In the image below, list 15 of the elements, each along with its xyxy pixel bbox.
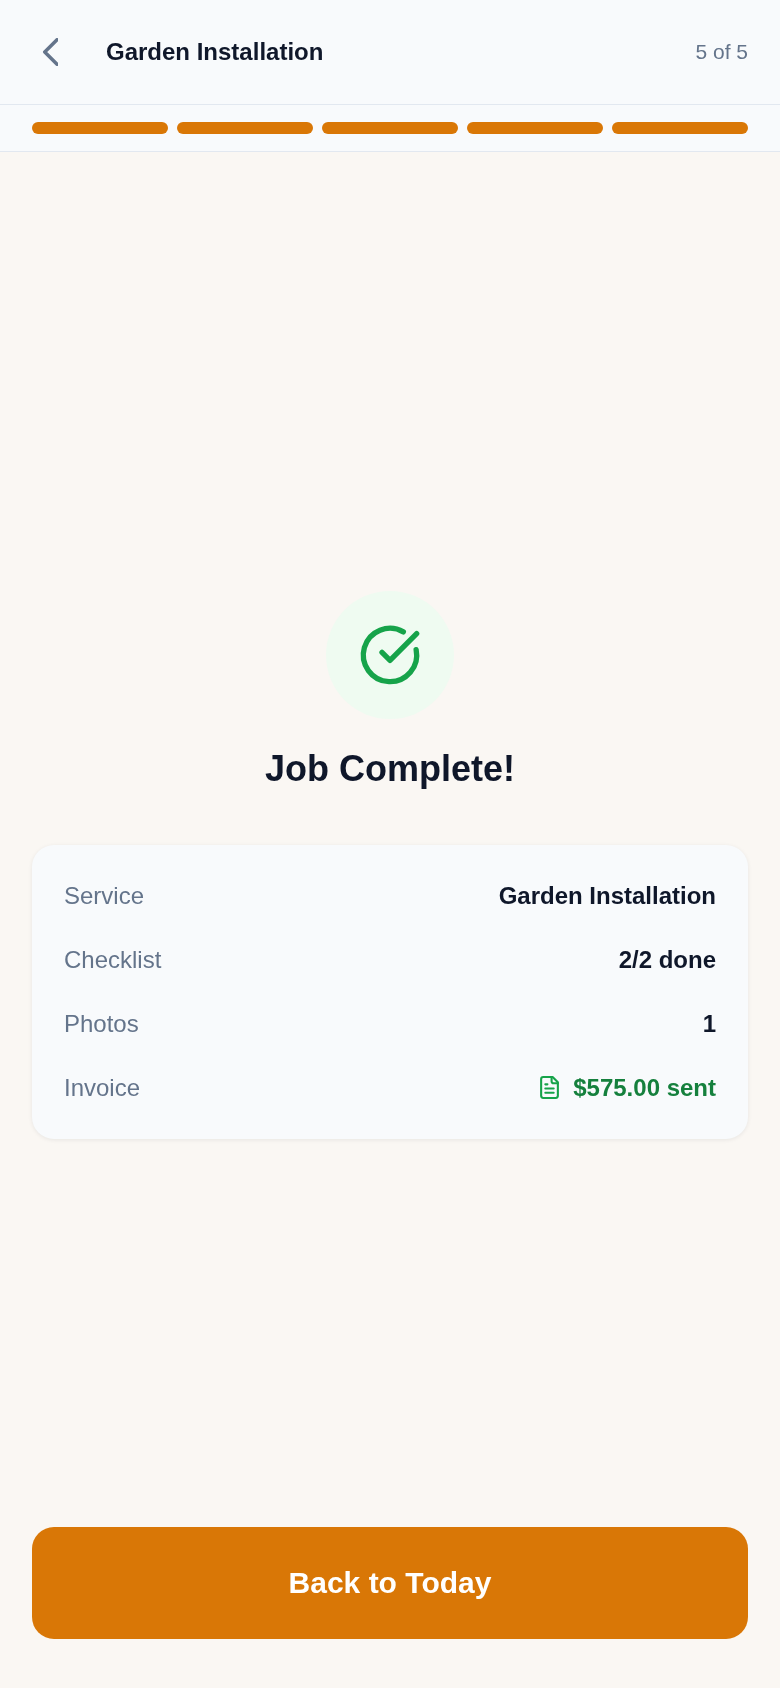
summary-label: Service	[64, 881, 145, 910]
summary-value: Garden Installation	[498, 881, 716, 910]
summary-label: Photos	[64, 1009, 139, 1038]
summary-value: 1	[702, 1009, 716, 1038]
back-to-today-button[interactable]: Back to Today	[32, 1527, 748, 1639]
result-title: Job Complete!	[265, 746, 515, 791]
back-chevron-icon	[42, 38, 58, 66]
header-title: Garden Installation	[106, 38, 325, 66]
step-counter: 5 of 5	[695, 40, 748, 64]
summary-label: Invoice	[64, 1073, 141, 1102]
summary-value: 2/2 done	[618, 945, 716, 974]
summary-label: Checklist	[64, 945, 162, 974]
summary-value: $575.00 sent	[573, 1073, 716, 1102]
document-icon	[540, 1076, 560, 1099]
check-circle-icon	[326, 590, 454, 719]
